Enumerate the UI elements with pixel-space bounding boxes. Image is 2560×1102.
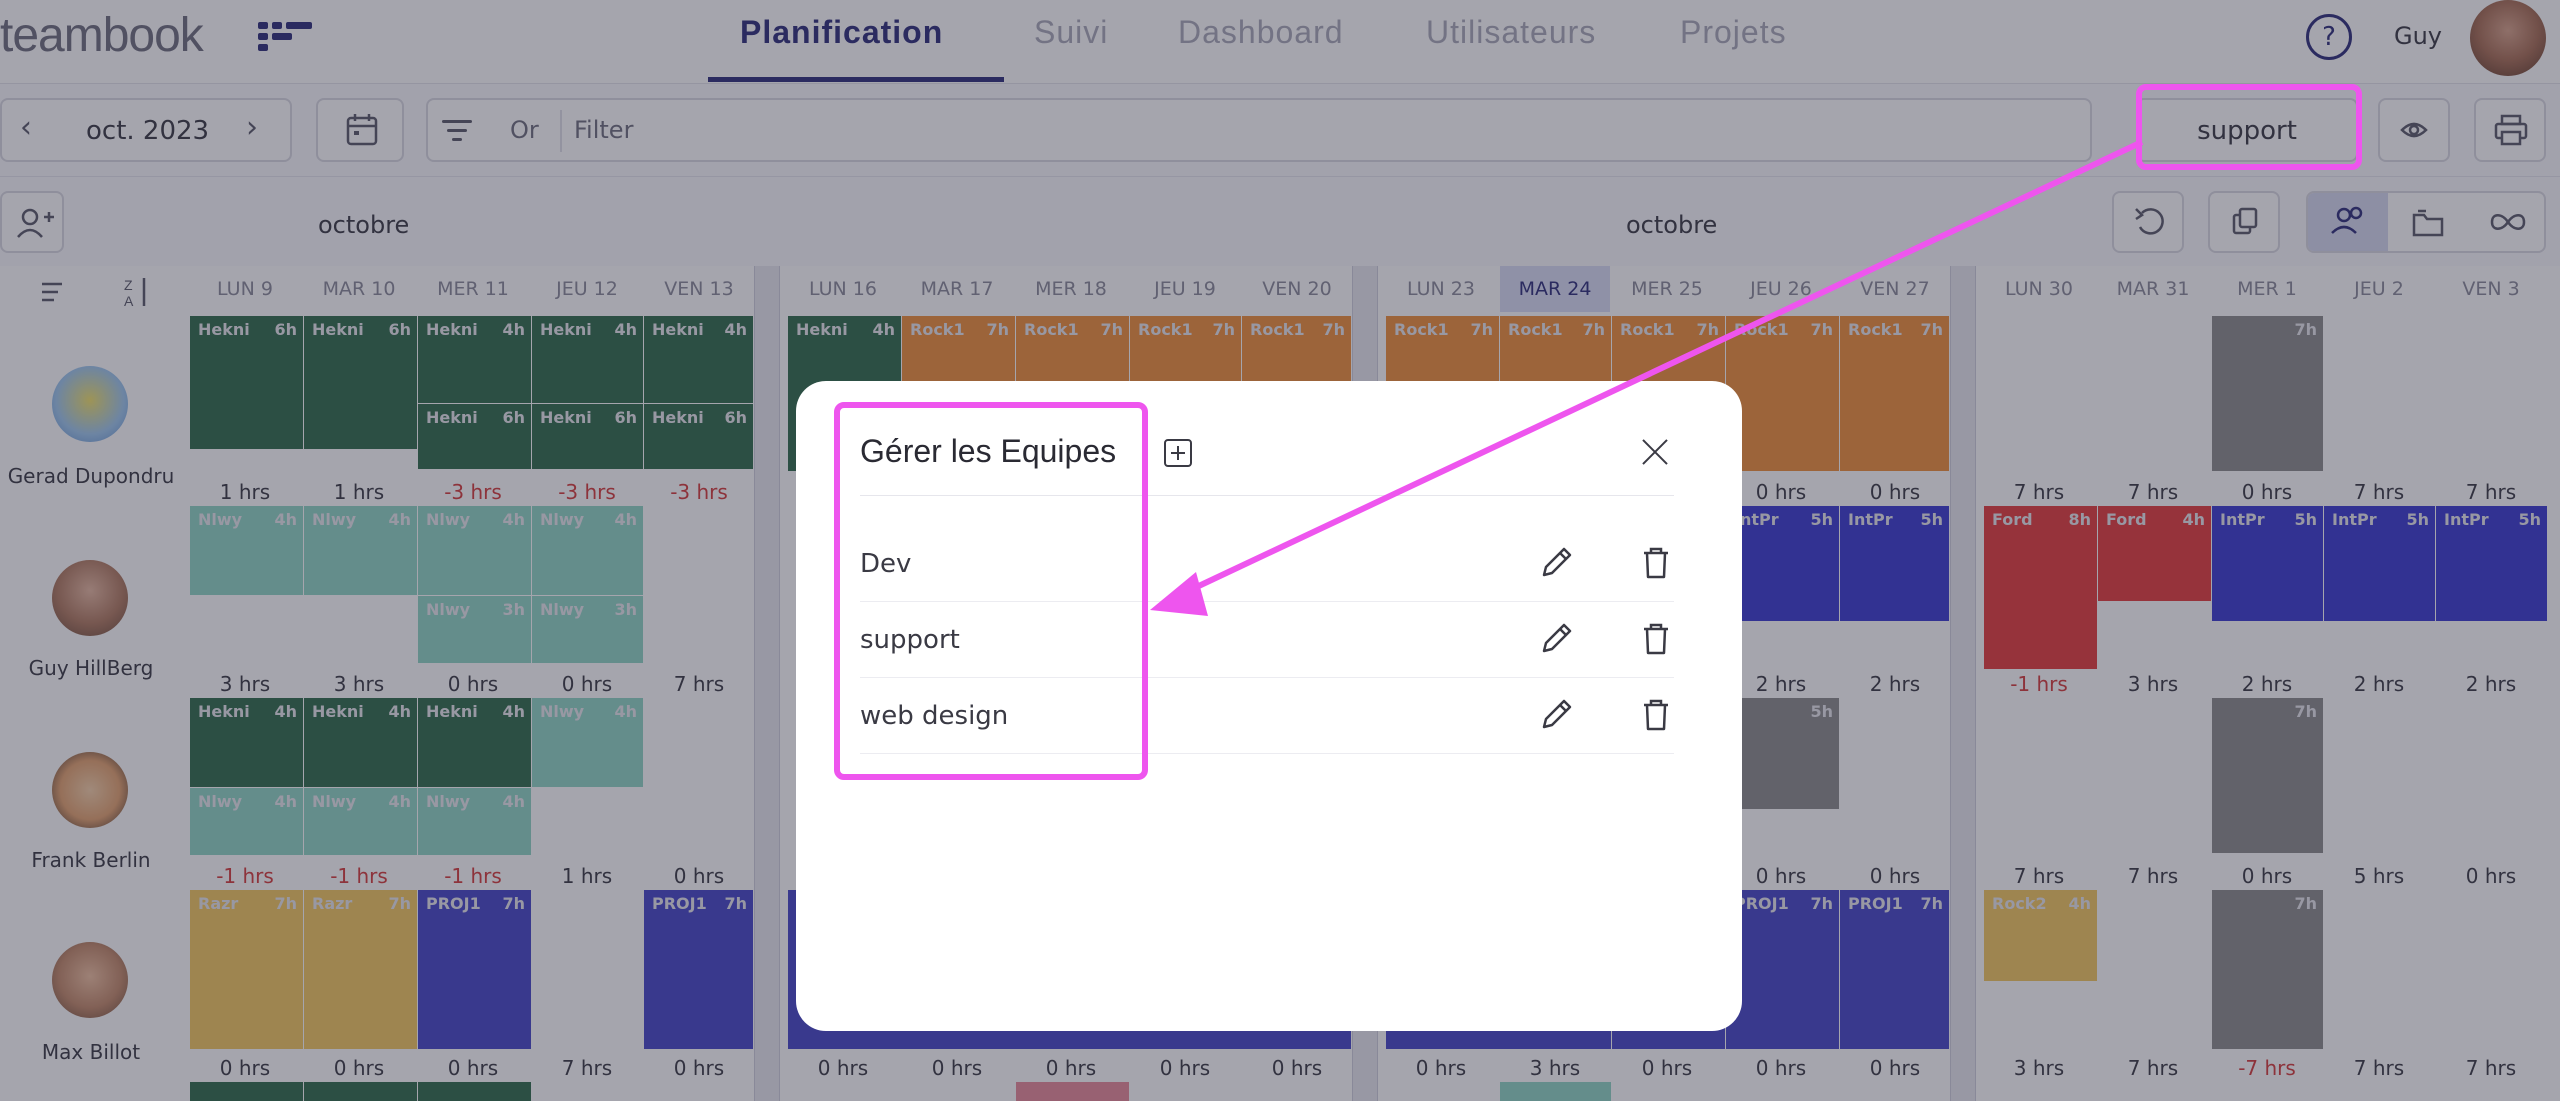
app-window: teambook Planification Suivi Dashboard U… <box>0 0 2560 1102</box>
annotation-arrow <box>1150 139 2144 616</box>
